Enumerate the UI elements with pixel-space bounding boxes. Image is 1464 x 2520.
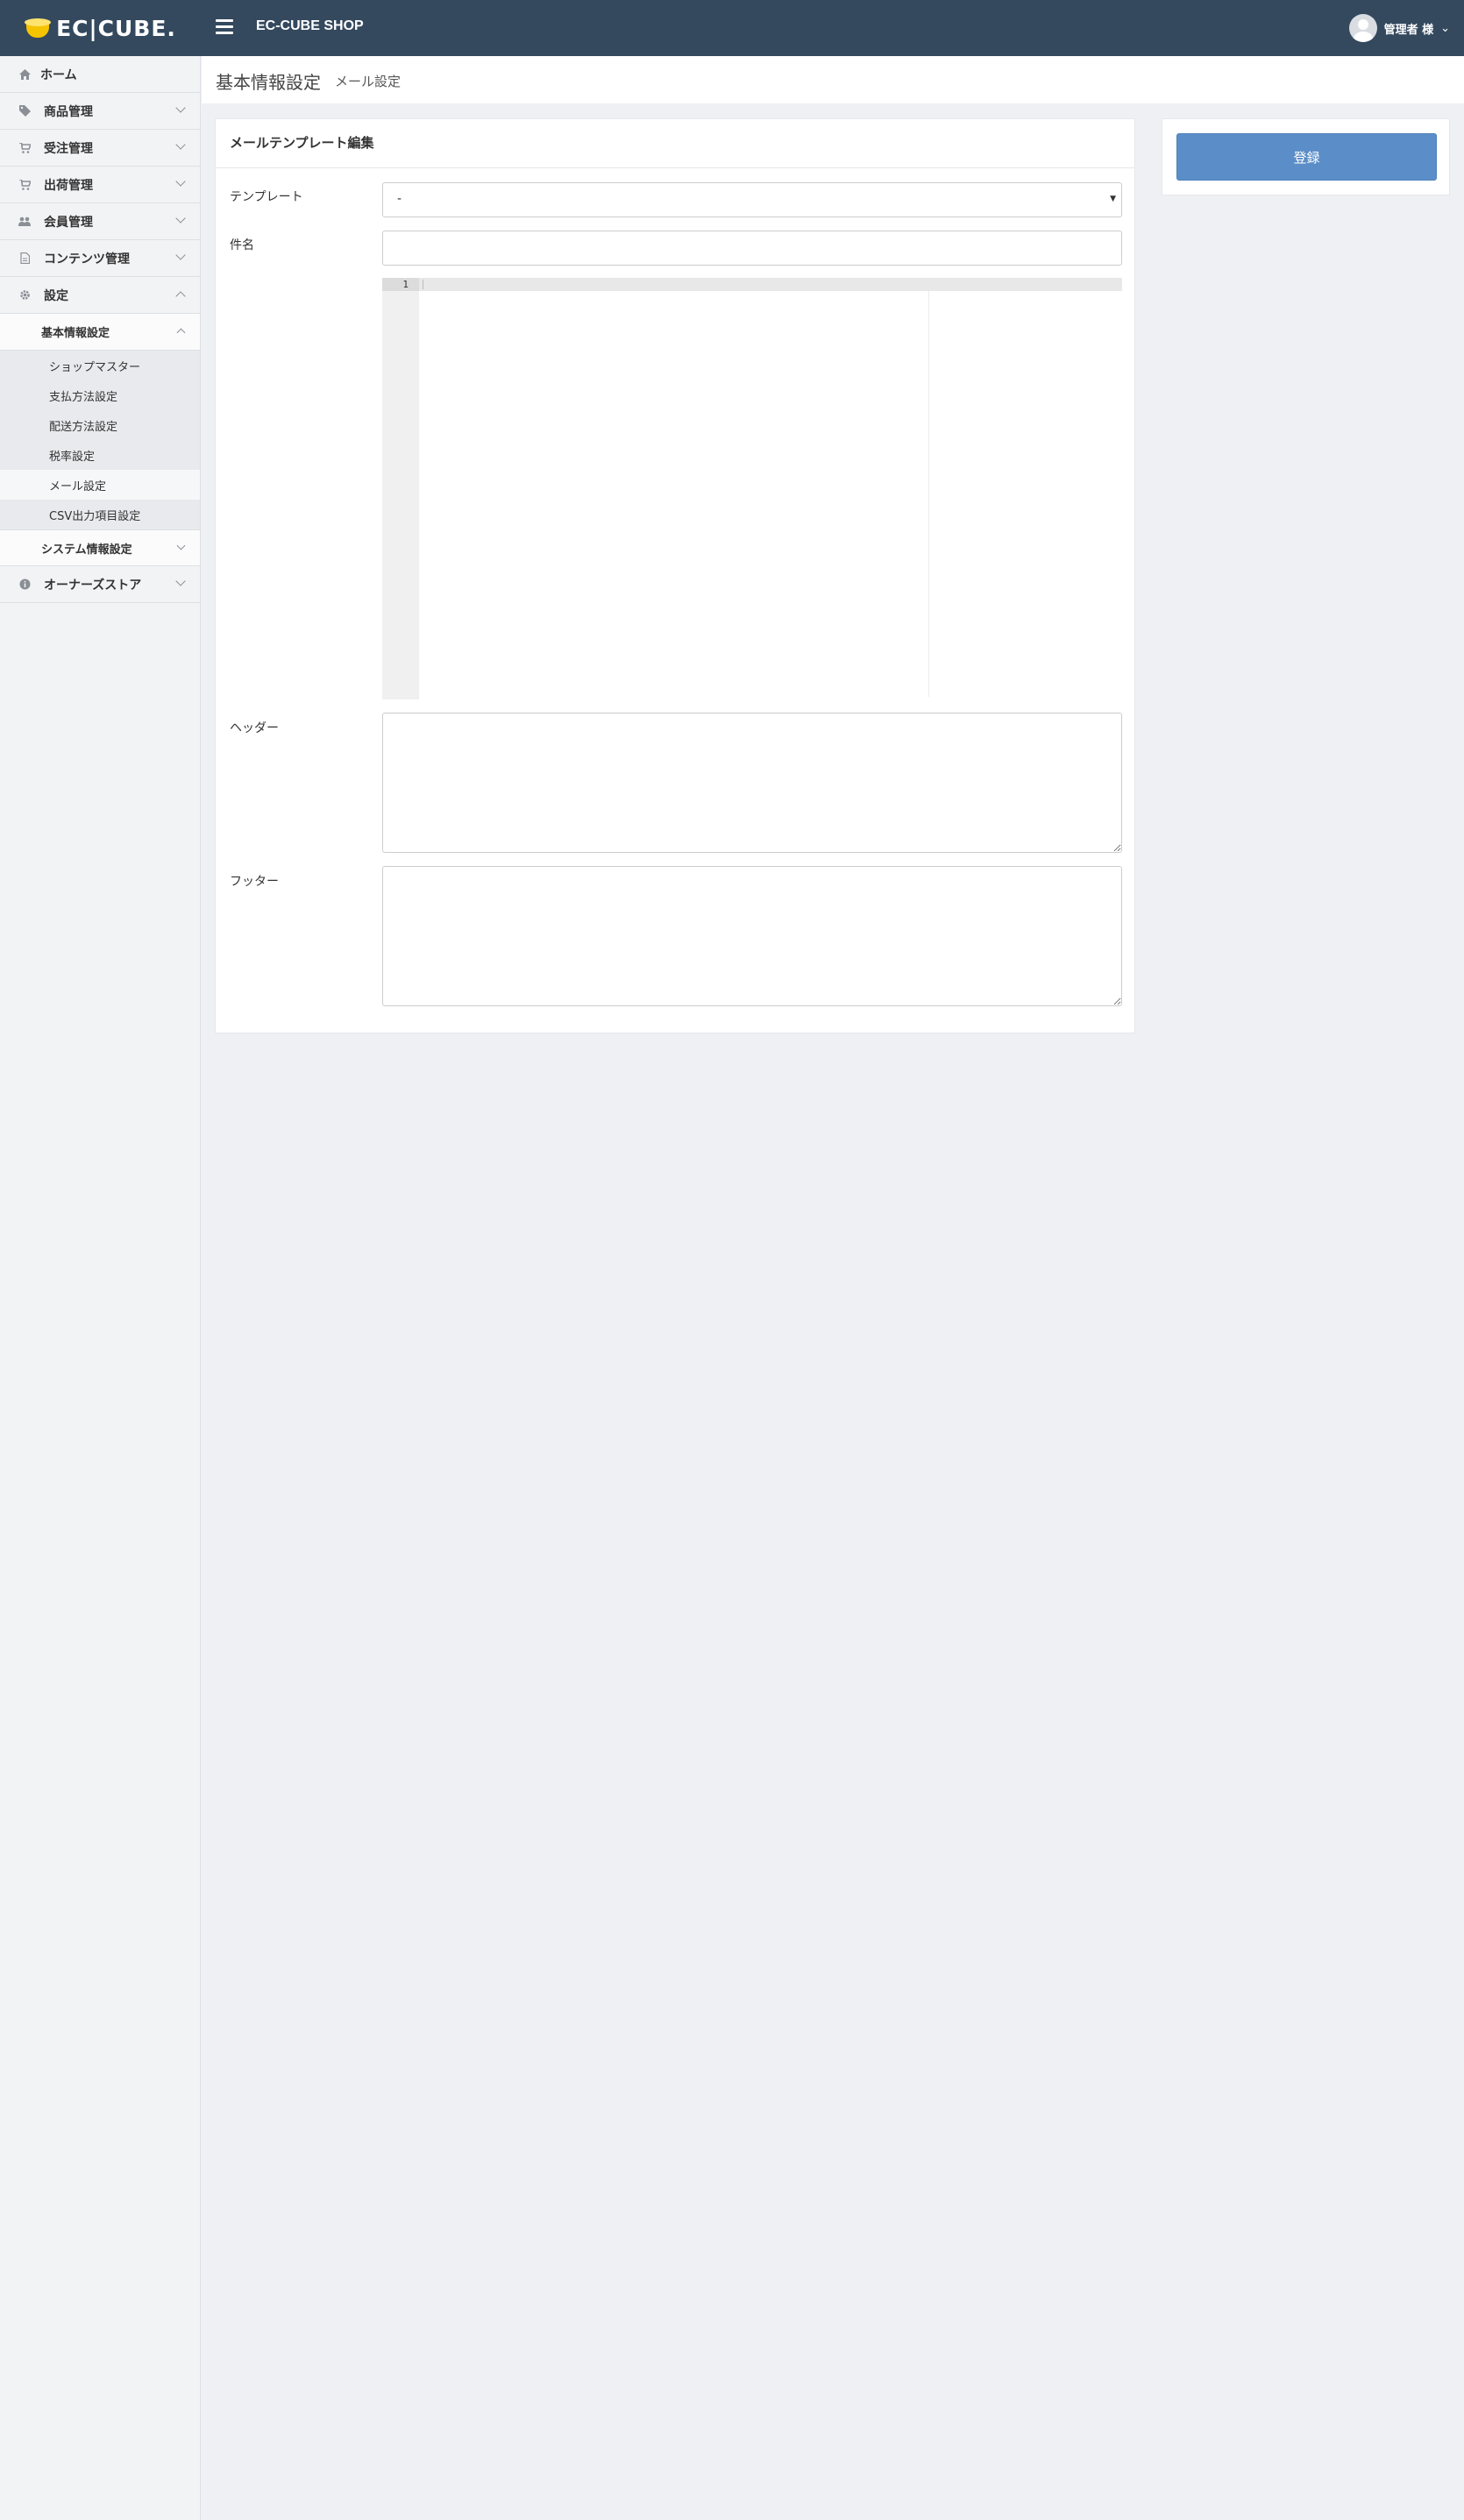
chevron-up-icon	[176, 328, 186, 337]
user-name: 管理者 様	[1383, 23, 1434, 37]
editor-gutter	[382, 278, 419, 699]
tag-icon	[18, 104, 32, 118]
sidebar-item-label: コンテンツ管理	[44, 252, 130, 266]
sidebar-item-customers[interactable]: 会員管理	[0, 203, 200, 240]
page-header: 基本情報設定 メール設定	[202, 56, 1464, 103]
chevron-down-icon	[175, 576, 186, 586]
sidebar-item-label: オーナーズストア	[44, 578, 142, 593]
chevron-down-icon: ⌄	[1440, 21, 1450, 35]
template-select[interactable]: - ▼	[382, 182, 1122, 217]
sidebar-item-label: ホーム	[40, 67, 77, 82]
sidebar-item-owners-store[interactable]: オーナーズストア	[0, 566, 200, 603]
users-icon	[18, 215, 32, 229]
template-select-value: -	[397, 192, 402, 206]
editor-print-margin	[928, 291, 929, 697]
chevron-down-icon	[175, 139, 186, 150]
action-card: 登録	[1162, 118, 1450, 195]
page-subtitle: メール設定	[335, 74, 402, 89]
sidebar-subitem-label: 基本情報設定	[41, 327, 110, 340]
sidebar-link-csv-settings[interactable]: CSV出力項目設定	[0, 500, 200, 529]
editor-line-number: 1	[402, 279, 409, 290]
sidebar-subitem-basic-settings[interactable]: 基本情報設定	[0, 314, 200, 351]
logo-text: EC|CUBE.	[56, 15, 176, 41]
footer-label: フッター	[230, 875, 279, 889]
sidebar-link-tax-settings[interactable]: 税率設定	[0, 440, 200, 470]
file-icon	[18, 252, 32, 266]
chevron-down-icon	[175, 103, 186, 113]
user-menu[interactable]: 管理者 様 ⌄	[1348, 14, 1450, 42]
sidebar-item-shipping[interactable]: 出荷管理	[0, 167, 200, 203]
subject-input[interactable]	[382, 231, 1122, 266]
chevron-up-icon	[175, 291, 186, 302]
caret-down-icon: ▼	[1110, 195, 1116, 203]
footer-textarea[interactable]	[382, 866, 1122, 1006]
chevron-down-icon	[175, 176, 186, 187]
register-button[interactable]: 登録	[1176, 133, 1437, 181]
sidebar-link-payment-settings[interactable]: 支払方法設定	[0, 380, 200, 410]
sidebar-item-home[interactable]: ホーム	[0, 56, 200, 93]
chevron-down-icon	[176, 541, 186, 550]
sidebar-subitem-label: システム情報設定	[41, 543, 132, 557]
card-title: メールテンプレート編集	[216, 119, 1134, 168]
body-code-editor[interactable]: 1	[382, 278, 1122, 699]
sidebar-item-contents[interactable]: コンテンツ管理	[0, 240, 200, 277]
mail-template-card: メールテンプレート編集 テンプレート - ▼ 件名 1 ヘッダー フッター	[215, 118, 1135, 1033]
page-title: 基本情報設定	[216, 72, 321, 93]
logo-link[interactable]: EC|CUBE.	[0, 0, 201, 56]
header-label: ヘッダー	[230, 721, 279, 735]
template-label: テンプレート	[230, 190, 303, 204]
sidebar-link-delivery-settings[interactable]: 配送方法設定	[0, 410, 200, 440]
cart-icon	[18, 178, 32, 192]
sidebar-link-mail-settings[interactable]: メール設定	[0, 470, 200, 500]
sidebar-link-shop-master[interactable]: ショップマスター	[0, 351, 200, 380]
info-icon	[18, 578, 32, 592]
shop-name-link[interactable]: EC-CUBE SHOP	[256, 18, 364, 34]
sidebar-item-label: 出荷管理	[44, 178, 93, 193]
eccube-logo: EC|CUBE.	[25, 16, 176, 41]
home-icon	[18, 67, 32, 82]
editor-active-line	[382, 278, 1122, 291]
cart-icon	[18, 141, 32, 155]
sidebar-subitem-system-settings[interactable]: システム情報設定	[0, 529, 200, 566]
sidebar-item-settings[interactable]: 設定	[0, 277, 200, 314]
avatar	[1348, 14, 1377, 42]
top-navbar: EC|CUBE. EC-CUBE SHOP 管理者 様 ⌄	[0, 0, 1464, 56]
cube-logo-icon	[25, 17, 52, 39]
sidebar-item-label: 商品管理	[44, 104, 93, 119]
chevron-down-icon	[175, 213, 186, 224]
sidebar-item-label: 設定	[44, 288, 68, 303]
sidebar-item-label: 会員管理	[44, 215, 93, 230]
sidebar: ホーム 商品管理 受注管理 出荷管理 会員管理 コンテンツ管理 設定 基本情報設…	[0, 56, 201, 2520]
sidebar-item-orders[interactable]: 受注管理	[0, 130, 200, 167]
subject-label: 件名	[230, 238, 254, 252]
sidebar-item-label: 受注管理	[44, 141, 93, 156]
gear-icon	[18, 288, 32, 302]
sidebar-item-products[interactable]: 商品管理	[0, 93, 200, 130]
menu-toggle-icon[interactable]	[216, 19, 233, 35]
header-textarea[interactable]	[382, 713, 1122, 853]
chevron-down-icon	[175, 250, 186, 260]
